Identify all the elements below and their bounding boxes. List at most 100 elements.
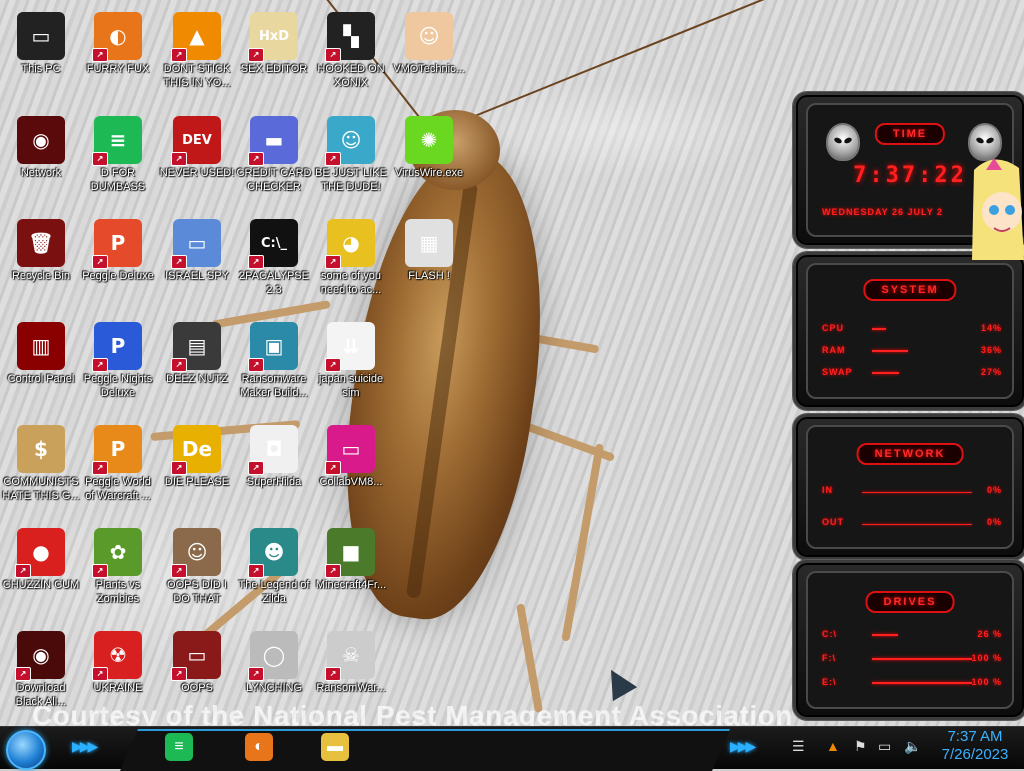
desktop-icon-label: Peggle Nights Deluxe xyxy=(83,373,153,399)
shortcut-arrow-icon: ↗ xyxy=(248,255,264,269)
desktop-icon[interactable]: ☺ ↗ OOPS DID I DO THAT xyxy=(156,520,238,620)
desktop-icon[interactable]: ▦ FLASH ! xyxy=(388,211,470,311)
shortcut-arrow-icon: ↗ xyxy=(92,255,108,269)
desktop-icon[interactable]: ✿ ↗ Plants vs Zombies xyxy=(77,520,159,620)
desktop-icon[interactable]: ≡ ↗ D FOR DUMBASS xyxy=(77,108,159,208)
icon-glyph: ▚ xyxy=(343,24,359,48)
desktop-icon[interactable]: P ↗ Peggle Nights Deluxe xyxy=(77,314,159,414)
desktop-icon[interactable]: ◉ ↗ Download Black All... xyxy=(0,623,82,723)
desktop-icon[interactable]: ☺ VMOTechnic... xyxy=(388,4,470,104)
desktop-icon[interactable]: ▭ This PC xyxy=(0,4,82,104)
desktop-icon[interactable]: ▣ ↗ Ransomware Maker Build... xyxy=(233,314,315,414)
desktop-icon[interactable]: ⇊ ↗ japan suicide sim xyxy=(310,314,392,414)
desktop-icon-label: Peggle Deluxe xyxy=(82,270,154,282)
ransomware-window-icon: ▣ ↗ xyxy=(248,322,298,372)
desktop-icon[interactable]: ▭ ↗ CollabVM8... xyxy=(310,417,392,517)
start-button[interactable] xyxy=(6,730,46,770)
desktop-icon-label: DEEZ NUTZ xyxy=(166,373,228,385)
tray-app-icon[interactable]: ▲ xyxy=(826,738,840,754)
desktop-icon[interactable]: ◘ ↗ SuperHilda xyxy=(233,417,315,517)
desktop-icon-label: VMOTechnic... xyxy=(393,63,465,75)
icon-glyph: ◉ xyxy=(32,128,50,152)
explorer-app[interactable]: ▬ xyxy=(318,731,352,763)
shortcut-arrow-icon: ↗ xyxy=(325,358,341,372)
peggle-wow-icon: P ↗ xyxy=(92,425,142,475)
shortcut-arrow-icon: ↗ xyxy=(171,48,187,62)
desktop-icon[interactable]: ▲ ↗ DONT STICK THIS IN YO... xyxy=(156,4,238,104)
desktop-icon[interactable]: $ COMMUNISTS HATE THIS G... xyxy=(0,417,82,517)
desktop-icon[interactable]: ▚ ↗ HOOKED ON XONIX xyxy=(310,4,392,104)
desktop-icon[interactable]: ☺ ↗ BE JUST LIKE THE DUDE! xyxy=(310,108,392,208)
icon-glyph: P xyxy=(110,334,126,358)
radiation-icon: ☢ ↗ xyxy=(92,631,142,681)
tray-overflow-icon[interactable]: ☰ xyxy=(792,738,805,755)
desktop-icon-label: HOOKED ON XONIX xyxy=(317,63,385,89)
clock-date: 7/26/2023 xyxy=(941,746,1009,763)
shortcut-arrow-icon: ↗ xyxy=(248,564,264,578)
desktop-icon-label: Network xyxy=(20,167,62,179)
desktop-icon[interactable]: ▭ ↗ ISRAEL SPY xyxy=(156,211,238,311)
drive-row: F:\ 100 % xyxy=(822,653,1002,667)
network-widget[interactable]: NETWORK IN 0% OUT 0% xyxy=(793,414,1024,560)
de-icon: De ↗ xyxy=(171,425,221,475)
desktop-icon[interactable]: ◐ ↗ FURRY FUX xyxy=(77,4,159,104)
desktop-icon[interactable]: 🗑 Recycle Bin xyxy=(0,211,82,311)
desktop-icon[interactable]: ☠ ↗ RansomWar... xyxy=(310,623,392,723)
desktop-icon[interactable]: ◉ Network xyxy=(0,108,82,208)
desktop-icon[interactable]: ▭ ↗ OOPS xyxy=(156,623,238,723)
system-bar xyxy=(872,350,908,352)
firefox-app[interactable]: ◐ xyxy=(242,731,276,763)
desktop-icon[interactable]: ● ↗ CHUZZIN CUM xyxy=(0,520,82,620)
desktop-icon[interactable]: ✺ VirusWire.exe xyxy=(388,108,470,208)
desktop-icon[interactable]: HxD ↗ SEX EDITOR xyxy=(233,4,315,104)
terminal-icon: C:\_ ↗ xyxy=(248,219,298,269)
control-panel-icon: ▥ xyxy=(17,322,65,370)
peggle-nights-icon: P ↗ xyxy=(92,322,142,372)
desktop-icon[interactable]: ■ ↗ Minecraft4Fr... xyxy=(310,520,392,620)
shortcut-arrow-icon: ↗ xyxy=(171,564,187,578)
icon-glyph: C:\_ xyxy=(261,235,287,251)
icon-glyph: ◉ xyxy=(32,643,50,667)
desktop-icon[interactable]: ▤ ↗ DEEZ NUTZ xyxy=(156,314,238,414)
shortcut-arrow-icon: ↗ xyxy=(325,564,341,578)
desktop-icon[interactable]: De ↗ DIE PLEASE xyxy=(156,417,238,517)
desktop-icon[interactable]: C:\_ ↗ 2PACALYPSE 2.3 xyxy=(233,211,315,311)
desktop-icon[interactable]: ☻ ↗ The Legend of Zilda xyxy=(233,520,315,620)
desktop[interactable]: Courtesy of the National Pest Management… xyxy=(0,0,1024,726)
taskbar-clock[interactable]: 7:37 AM 7/26/2023 xyxy=(930,726,1020,764)
desktop-icon-label: DONT STICK THIS IN YO... xyxy=(163,63,231,89)
desktop-icon-label: FURRY FUX xyxy=(86,63,150,75)
icon-glyph: ☻ xyxy=(263,540,285,564)
desktop-icon-label: NEVER USED! xyxy=(159,167,235,179)
desktop-icon[interactable]: DEV ↗ NEVER USED! xyxy=(156,108,238,208)
taskbar-band xyxy=(120,729,730,771)
drive-label: C:\ xyxy=(822,629,837,639)
star-butterfly-sticker-icon xyxy=(972,158,1024,260)
drives-widget[interactable]: DRIVES C:\ 26 % F:\ 100 % E:\ 100 % xyxy=(793,560,1024,720)
desktop-icon-label: Ransomware Maker Build... xyxy=(240,373,308,399)
shortcut-arrow-icon: ↗ xyxy=(171,358,187,372)
system-widget[interactable]: SYSTEM CPU 14% RAM 36% SWAP 27% xyxy=(793,252,1024,410)
desktop-icon[interactable]: ☢ ↗ UKRAINE xyxy=(77,623,159,723)
icon-glyph: ✿ xyxy=(109,540,127,564)
desktop-icon[interactable]: ▬ ↗ CREDIT CARD CHECKER xyxy=(233,108,315,208)
network-graph xyxy=(862,524,972,525)
network-icon[interactable]: ▭ xyxy=(878,738,891,755)
desktop-icon[interactable]: ◯ ↗ LYNCHING xyxy=(233,623,315,723)
shortcut-arrow-icon: ↗ xyxy=(92,564,108,578)
volume-icon[interactable]: 🔈 xyxy=(904,738,921,755)
desktop-icon[interactable]: P ↗ Peggle World of Warcraft ... xyxy=(77,417,159,517)
system-label: RAM xyxy=(822,345,846,355)
action-center-flag-icon[interactable]: ⚑ xyxy=(854,738,867,755)
desktop-icon[interactable]: P ↗ Peggle Deluxe xyxy=(77,211,159,311)
feedly-app[interactable]: ≡ xyxy=(162,731,196,763)
shortcut-arrow-icon: ↗ xyxy=(15,564,31,578)
icon-glyph: P xyxy=(110,231,126,255)
desktop-icon[interactable]: ▥ Control Panel xyxy=(0,314,82,414)
network-value: 0% xyxy=(986,517,1002,527)
desktop-icon[interactable]: ◕ ↗ some of you need to ac... xyxy=(310,211,392,311)
shortcut-arrow-icon: ↗ xyxy=(92,358,108,372)
japan-sim-icon: ⇊ ↗ xyxy=(325,322,375,372)
system-label: SWAP xyxy=(822,367,853,377)
desktop-icon-label: OOPS DID I DO THAT xyxy=(167,579,227,605)
